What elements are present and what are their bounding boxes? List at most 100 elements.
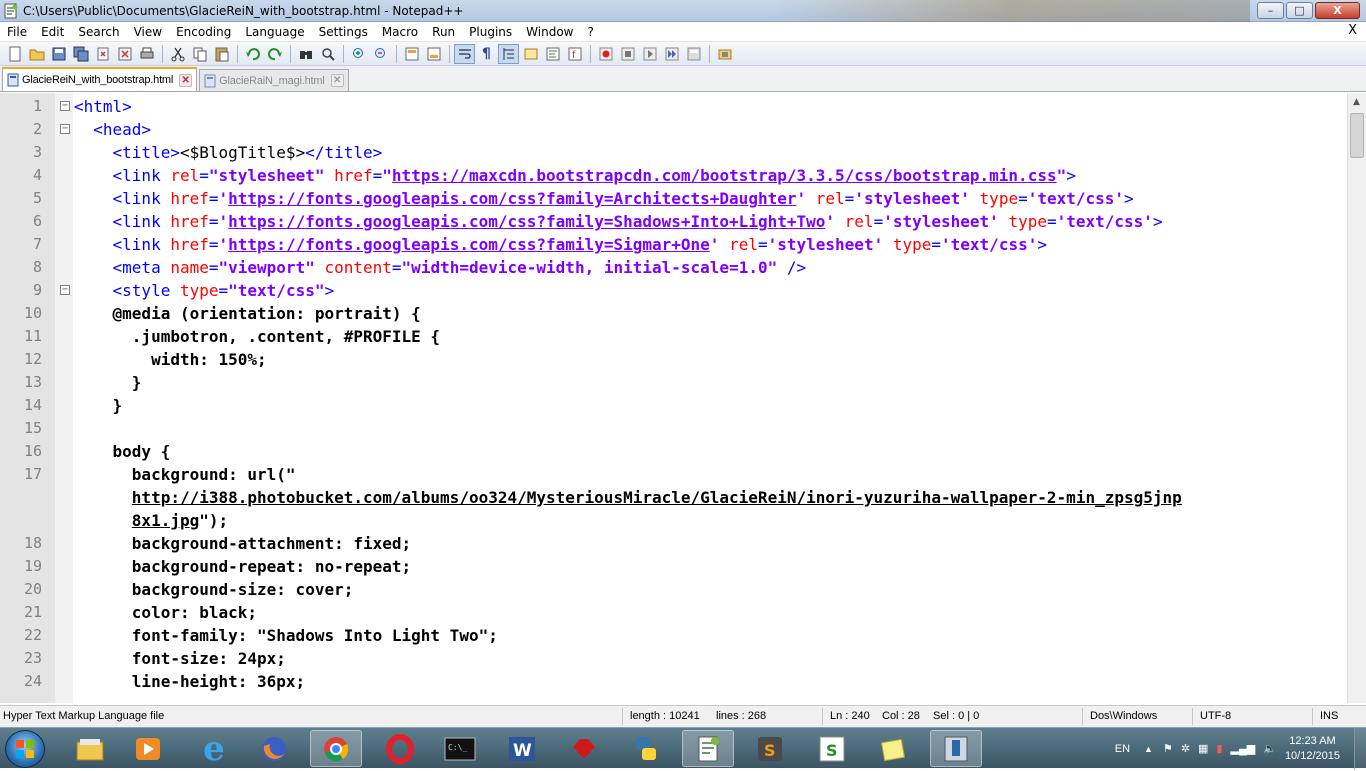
start-button[interactable]	[5, 730, 45, 768]
user-language-icon[interactable]	[520, 44, 541, 64]
tab-glacierain-magi[interactable]: GlacieRaiN_magi.html ✕	[199, 69, 349, 91]
code-line[interactable]: 19 background-repeat: no-repeat;	[0, 555, 1346, 578]
code-line[interactable]: 22 font-family: "Shadows Into Light Two"…	[0, 624, 1346, 647]
scroll-up-arrow-icon[interactable]: ▲	[1348, 93, 1365, 110]
code-line[interactable]: 8x1.jpg");	[0, 509, 1346, 532]
replace-icon[interactable]	[317, 44, 338, 64]
show-all-characters-icon[interactable]: ¶	[476, 44, 497, 64]
internet-explorer-icon[interactable]: e	[188, 729, 240, 769]
code-line[interactable]: 10 @media (orientation: portrait) {	[0, 302, 1346, 325]
run-macro-multiple-icon[interactable]	[661, 44, 682, 64]
code-line[interactable]: 6 <link href='https://fonts.googleapis.c…	[0, 210, 1346, 233]
taskbar-clock[interactable]: 12:23 AM 10/12/2015	[1285, 734, 1340, 764]
zoom-in-icon[interactable]	[348, 44, 369, 64]
indent-guide-icon[interactable]	[498, 43, 519, 64]
save-icon[interactable]	[48, 44, 69, 64]
minimize-button[interactable]: –	[1257, 1, 1284, 19]
close-all-icon[interactable]	[114, 44, 135, 64]
sigil-icon[interactable]: S	[806, 730, 858, 767]
command-prompt-icon[interactable]: C:\_	[434, 730, 486, 767]
code-line[interactable]: 13 }	[0, 371, 1346, 394]
maximize-button[interactable]: □	[1286, 1, 1313, 19]
firefox-icon[interactable]	[248, 730, 300, 767]
media-player-icon[interactable]	[122, 730, 174, 767]
save-macro-icon[interactable]	[683, 44, 704, 64]
sticky-notes-icon[interactable]	[868, 730, 920, 767]
python-icon[interactable]	[620, 730, 672, 767]
code-line[interactable]: 24 line-height: 36px;	[0, 670, 1346, 693]
code-line[interactable]: 18 background-attachment: fixed;	[0, 532, 1346, 555]
code-line[interactable]: 20 background-size: cover;	[0, 578, 1346, 601]
plugin-icon[interactable]	[714, 44, 735, 64]
code-line[interactable]: 16 body {	[0, 440, 1346, 463]
file-explorer-icon[interactable]	[64, 730, 116, 767]
code-line[interactable]: http://i388.photobucket.com/albums/oo324…	[0, 486, 1346, 509]
menu-macro[interactable]: Macro	[375, 22, 425, 42]
new-file-icon[interactable]	[4, 44, 25, 64]
word-wrap-icon[interactable]	[454, 43, 475, 64]
paste-icon[interactable]	[211, 44, 232, 64]
menu-window[interactable]: Window	[519, 22, 580, 42]
code-line[interactable]: 15	[0, 417, 1346, 440]
menu-file[interactable]: File	[0, 22, 34, 42]
copy-icon[interactable]	[189, 44, 210, 64]
tab-close-icon[interactable]: ✕	[330, 74, 344, 87]
settings-gear-icon[interactable]: ✲	[1181, 742, 1190, 755]
sync-vertical-icon[interactable]	[401, 44, 422, 64]
cut-icon[interactable]	[167, 44, 188, 64]
zoom-out-icon[interactable]	[370, 44, 391, 64]
menu-language[interactable]: Language	[238, 22, 311, 42]
virtual-machine-icon[interactable]	[930, 730, 982, 767]
sync-horizontal-icon[interactable]	[423, 44, 444, 64]
menu-run[interactable]: Run	[425, 22, 462, 42]
code-line[interactable]: 7 <link href='https://fonts.googleapis.c…	[0, 233, 1346, 256]
word-icon[interactable]: W	[496, 730, 548, 767]
code-editor[interactable]: 1− <html> 2− <head> 3 <title><$BlogTitle$><…	[0, 93, 1366, 703]
menu-settings[interactable]: Settings	[312, 22, 375, 42]
code-line[interactable]: 4 <link rel="stylesheet" href="https://m…	[0, 164, 1346, 187]
code-line[interactable]: 1 − <html>	[0, 95, 1346, 118]
stop-recording-icon[interactable]	[617, 44, 638, 64]
code-line[interactable]: 8 <meta name="viewport" content="width=d…	[0, 256, 1346, 279]
fold-toggle-icon[interactable]: −	[60, 285, 70, 295]
close-button[interactable]: X	[1315, 1, 1360, 19]
record-macro-icon[interactable]	[595, 44, 616, 64]
undo-icon[interactable]	[242, 44, 263, 64]
opera-icon[interactable]	[374, 730, 426, 767]
sublime-text-icon[interactable]: S	[744, 730, 796, 767]
code-line[interactable]: 3 <title><$BlogTitle$></title>	[0, 141, 1346, 164]
code-line[interactable]: 14 }	[0, 394, 1346, 417]
code-line[interactable]: 2 − <head>	[0, 118, 1346, 141]
code-line[interactable]: 12 width: 150%;	[0, 348, 1346, 371]
fold-toggle-icon[interactable]: −	[60, 101, 70, 111]
tray-expand-icon[interactable]: ▲	[1144, 744, 1153, 754]
vertical-scrollbar[interactable]: ▲	[1347, 93, 1366, 703]
code-line[interactable]: 17 background: url("	[0, 463, 1346, 486]
print-icon[interactable]	[136, 44, 157, 64]
fold-toggle-icon[interactable]: −	[60, 124, 70, 134]
document-map-icon[interactable]	[542, 44, 563, 64]
code-line[interactable]: 23 font-size: 24px;	[0, 647, 1346, 670]
tab-glaciereinn-with-bootstrap[interactable]: GlacieReiN_with_bootstrap.html ✕	[2, 67, 198, 91]
show-desktop-button[interactable]	[1354, 728, 1366, 769]
menu-edit[interactable]: Edit	[34, 22, 71, 42]
notepad-plus-plus-taskbar-icon[interactable]	[682, 730, 734, 767]
scroll-thumb[interactable]	[1350, 113, 1364, 158]
close-file-icon[interactable]	[92, 44, 113, 64]
menu-plugins[interactable]: Plugins	[462, 22, 519, 42]
find-icon[interactable]	[295, 44, 316, 64]
language-indicator[interactable]: EN	[1115, 743, 1130, 755]
chrome-icon[interactable]	[310, 730, 362, 767]
menu-search[interactable]: Search	[71, 22, 126, 42]
save-all-icon[interactable]	[70, 44, 91, 64]
menu-view[interactable]: View	[127, 22, 169, 42]
battery-icon[interactable]: ▮	[1216, 742, 1222, 755]
tab-close-icon[interactable]: ✕	[179, 73, 193, 87]
playback-macro-icon[interactable]	[639, 44, 660, 64]
code-line[interactable]: 11 .jumbotron, .content, #PROFILE {	[0, 325, 1346, 348]
code-line[interactable]: 9 − <style type="text/css">	[0, 279, 1346, 302]
menu-help[interactable]: ?	[580, 22, 600, 42]
menu-encoding[interactable]: Encoding	[169, 22, 238, 42]
code-line[interactable]: 21 color: black;	[0, 601, 1346, 624]
ruby-icon[interactable]	[558, 730, 610, 767]
